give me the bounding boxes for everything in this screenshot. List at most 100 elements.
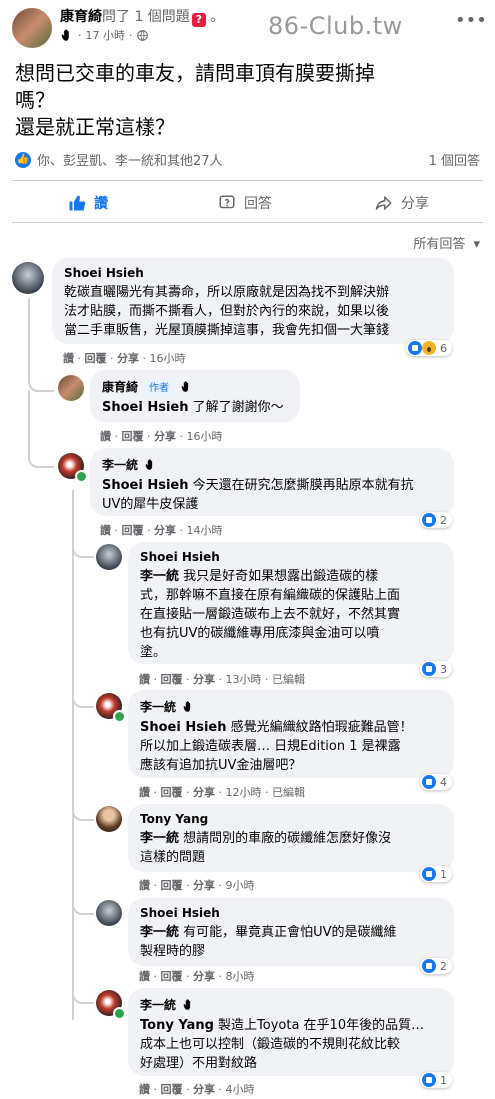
commenter-avatar[interactable] [96,544,122,570]
comment-reply-link[interactable]: 回覆 [122,524,144,537]
comment-share-link[interactable]: 分享 [193,673,215,686]
mention-link[interactable]: Shoei Hsieh [102,478,189,493]
comment-like-link[interactable]: 讚 [139,673,150,686]
commenter-avatar[interactable] [96,806,122,832]
share-button[interactable]: 分享 [375,193,429,213]
more-dots-icon[interactable]: ••• [455,10,487,31]
commenter-name[interactable]: Shoei Hsieh [140,550,442,564]
mention-link[interactable]: Tony Yang [140,1018,214,1033]
comment-actions: 讚 · 回覆 · 分享 · 13小時 · 已編輯 [139,673,305,686]
thread-connector [72,986,94,1004]
commenter-avatar[interactable] [96,900,122,926]
comment-time[interactable]: 16小時 [187,430,223,443]
thread-connector [72,690,94,708]
commenter-name[interactable]: 康育綺 [102,378,138,395]
sort-dropdown[interactable]: 所有回答 ▾ [413,233,480,252]
comment-share-link[interactable]: 分享 [117,352,139,365]
answer-button[interactable]: 回答 [218,193,272,213]
commenter-avatar[interactable] [58,375,84,401]
comment-bubble: Shoei Hsieh 乾碳直曬陽光有其壽命，所以原廠就是因為找不到解決辦 法才… [52,258,454,344]
comment-text: 李一統 有可能，畢竟真正會怕UV的是碳纖維 製程時的膠 [140,925,397,959]
comment-time[interactable]: 14小時 [187,524,223,537]
reaction-count[interactable]: 3 [420,661,452,677]
comment-like-link[interactable]: 讚 [139,879,150,892]
comment-share-link[interactable]: 分享 [193,786,215,799]
comment-reply-link[interactable]: 回覆 [85,352,107,365]
reaction-count[interactable]: 1 [420,866,452,882]
comment-actions: 讚 · 回覆 · 分享 · 9小時 [139,879,255,892]
comment-like-link[interactable]: 讚 [100,524,111,537]
chevron-down-icon: ▾ [473,237,480,252]
online-indicator [113,710,126,723]
post-author-name[interactable]: 康育綺 [60,9,102,25]
edited-label: 已編輯 [272,786,305,799]
comment-text: Shoei Hsieh 今天還在研究怎麼撕膜再貼原本就有抗 UV的犀牛皮保護 [102,478,414,512]
comment-text: Shoei Hsieh 感覺光編織紋路怕瑕疵難品管！ 所以加上鍛造碳表層… 日規… [140,720,413,773]
commenter-name[interactable]: 李一統 [102,456,138,473]
mention-link[interactable]: Shoei Hsieh [102,400,189,415]
comment-like-link[interactable]: 讚 [139,1083,150,1096]
mention-link[interactable]: 李一統 [140,831,179,846]
comment-actions: 讚 · 回覆 · 分享 · 16小時 [63,352,186,365]
comment-time[interactable]: 4小時 [226,1083,255,1096]
comment-reply-link[interactable]: 回覆 [161,673,183,686]
comment-text: 乾碳直曬陽光有其壽命，所以原廠就是因為找不到解決辦 法才貼膜，而撕不撕看人，但對… [64,285,390,338]
commenter-name[interactable]: 李一統 [140,996,176,1013]
commenter-avatar[interactable] [12,262,44,294]
comment-actions: 讚 · 回覆 · 分享 · 8小時 [139,970,255,983]
like-button[interactable]: 讚 [68,193,108,213]
comment-share-link[interactable]: 分享 [154,430,176,443]
reaction-count[interactable]: 4 [420,774,452,790]
wow-icon [422,341,436,355]
post-time[interactable]: 17 小時 [86,27,126,43]
thread-connector [28,370,54,392]
comment-time[interactable]: 16小時 [150,352,186,365]
comment-time[interactable]: 8小時 [226,970,255,983]
divider [12,222,483,223]
commenter-name[interactable]: Shoei Hsieh [140,906,442,920]
reaction-summary[interactable]: 👍 你、彭昱凱、李一統和其他27人 [15,150,223,169]
answers-count[interactable]: 1 個回答 [429,150,480,169]
mention-link[interactable]: 李一統 [140,925,179,940]
author-badge: 作者 [144,378,175,395]
post-author-avatar[interactable] [12,8,52,48]
comment-bubble: 李一統 Tony Yang 製造上Toyota 在乎10年後的品質… 成本上也可… [128,988,454,1076]
waving-hand-icon [61,29,69,41]
reaction-count[interactable]: 1 [420,1072,452,1088]
comment-like-link[interactable]: 讚 [139,786,150,799]
reaction-count[interactable]: 2 [420,958,452,974]
comment-reply-link[interactable]: 回覆 [161,879,183,892]
thread-connector [72,803,94,821]
commenter-name[interactable]: 李一統 [140,698,176,715]
comment-share-link[interactable]: 分享 [193,879,215,892]
comment-bubble: 李一統 Shoei Hsieh 今天還在研究怎麼撕膜再貼原本就有抗 UV的犀牛皮… [90,448,454,516]
reaction-count[interactable]: 2 [420,512,452,528]
comment-bubble: Shoei Hsieh 李一統 我只是好奇如果想露出鍛造碳的樣 式，那幹嘛不直接… [128,542,454,664]
comment-like-link[interactable]: 讚 [63,352,74,365]
thread-connector [72,897,94,915]
comment-bubble: Shoei Hsieh 李一統 有可能，畢竟真正會怕UV的是碳纖維 製程時的膠 [128,898,454,966]
comment-reply-link[interactable]: 回覆 [161,970,183,983]
comment-time[interactable]: 12小時 [226,786,262,799]
mention-link[interactable]: Shoei Hsieh [140,720,227,735]
comment-reply-link[interactable]: 回覆 [122,430,144,443]
comment-reply-link[interactable]: 回覆 [161,1083,183,1096]
like-icon [422,959,436,973]
waving-hand-icon [181,381,189,392]
comment-text: 李一統 我只是好奇如果想露出鍛造碳的樣 式，那幹嘛不直接在原有編織碳的保護貼上面… [140,569,401,660]
comment-time[interactable]: 9小時 [226,879,255,892]
divider [12,180,483,181]
comment-like-link[interactable]: 讚 [100,430,111,443]
mention-link[interactable]: 李一統 [140,569,179,584]
comment-reply-link[interactable]: 回覆 [161,786,183,799]
reaction-count[interactable]: 6 [406,340,452,356]
like-icon [69,195,86,211]
comment-share-link[interactable]: 分享 [154,524,176,537]
comment-time[interactable]: 13小時 [226,673,262,686]
comment-like-link[interactable]: 讚 [139,970,150,983]
comment-share-link[interactable]: 分享 [193,970,215,983]
commenter-name[interactable]: Shoei Hsieh [64,266,442,280]
comment-share-link[interactable]: 分享 [193,1083,215,1096]
commenter-name[interactable]: Tony Yang [140,812,442,826]
reaction-names[interactable]: 你、彭昱凱、李一統和其他27人 [37,150,223,169]
